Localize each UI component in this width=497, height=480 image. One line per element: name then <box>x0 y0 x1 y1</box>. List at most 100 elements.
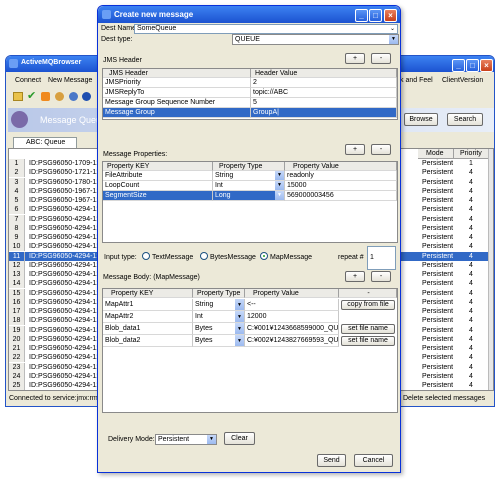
property-type-select[interactable]: Long ▼ <box>213 191 285 201</box>
radio-text-message[interactable] <box>142 252 150 260</box>
body-value[interactable]: C:¥002¥1243827669593_QU... <box>245 335 339 347</box>
jms-add-button[interactable]: + <box>345 53 365 64</box>
props-remove-button[interactable]: - <box>371 144 391 155</box>
jms-remove-button[interactable]: - <box>371 53 391 64</box>
body-add-button[interactable]: + <box>345 271 365 282</box>
maximize-button[interactable]: □ <box>466 59 479 72</box>
property-row[interactable]: FileAttribute String ▼ readonly <box>103 171 397 181</box>
rss-icon[interactable] <box>41 92 50 101</box>
chevron-down-icon[interactable]: ▼ <box>235 299 244 310</box>
body-type-select[interactable]: Int ▼ <box>193 311 245 323</box>
clear-button[interactable]: Clear <box>224 432 255 445</box>
dialog-close-button[interactable]: × <box>384 9 397 22</box>
body-remove-button[interactable]: - <box>371 271 391 282</box>
body-col-type[interactable]: Property Type <box>193 289 245 298</box>
body-key[interactable]: MapAttr1 <box>103 299 193 311</box>
property-type-select[interactable]: String ▼ <box>213 171 285 181</box>
send-button[interactable]: Send <box>317 454 346 467</box>
body-type-select[interactable]: Bytes ▼ <box>193 323 245 335</box>
folder-icon[interactable] <box>13 92 23 101</box>
message-id: ID:PSG96050-4294-12 <box>29 234 101 241</box>
body-col-value[interactable]: Property Value <box>245 289 339 298</box>
radio-map-label[interactable]: MapMessage <box>270 254 312 261</box>
priority-header[interactable]: Priority <box>454 149 488 159</box>
body-action-button[interactable]: copy from file <box>341 300 395 310</box>
body-row[interactable]: Blob_data1 Bytes ▼ C:¥001¥1243668599000_QU.… <box>103 323 397 335</box>
chevron-down-icon[interactable]: ▼ <box>235 335 244 346</box>
delivery-mode-select[interactable]: Persistent ▼ <box>155 434 217 445</box>
vertical-scrollbar[interactable] <box>488 149 493 390</box>
jms-header-value[interactable]: 5 <box>251 98 397 108</box>
radio-bytes-message[interactable] <box>200 252 208 260</box>
body-value[interactable]: C:¥001¥1243668599000_QU... <box>245 323 339 335</box>
dest-name-dropdown-icon[interactable]: ⌄ <box>390 25 395 32</box>
body-key[interactable]: Blob_data1 <box>103 323 193 335</box>
body-col-key[interactable]: Property KEY <box>103 289 193 298</box>
chevron-down-icon[interactable]: ▼ <box>235 311 244 322</box>
jms-header-row[interactable]: JMSReplyTo topic://ABC <box>103 88 397 98</box>
props-col-value[interactable]: Property Value <box>285 162 397 171</box>
property-value[interactable]: 569000003456 <box>285 191 397 201</box>
chevron-down-icon[interactable]: ▼ <box>389 35 398 44</box>
menu-client-version[interactable]: ClientVersion <box>442 77 483 84</box>
body-row[interactable]: MapAttr1 String ▼ <-- copy from file <box>103 299 397 311</box>
chevron-down-icon[interactable]: ▼ <box>207 435 216 444</box>
minimize-button[interactable]: _ <box>452 59 465 72</box>
dialog-minimize-button[interactable]: _ <box>355 9 368 22</box>
menu-connect[interactable]: Connect <box>15 77 41 84</box>
jms-header-row[interactable]: Message Group GroupA| <box>103 108 397 118</box>
check-icon[interactable]: ✔ <box>27 89 36 102</box>
chevron-down-icon[interactable]: ▼ <box>235 323 244 334</box>
chevron-down-icon[interactable]: ▼ <box>275 171 284 180</box>
radio-bytes-label[interactable]: BytesMessage <box>210 254 256 261</box>
repeat-input[interactable]: 1 <box>367 246 396 270</box>
property-key[interactable]: LoopCount <box>103 181 213 191</box>
body-value[interactable]: 12000 <box>245 311 339 323</box>
props-col-key[interactable]: Property KEY <box>103 162 213 171</box>
help-icon[interactable] <box>82 92 91 101</box>
search-button[interactable]: Search <box>447 113 483 126</box>
radio-map-message[interactable] <box>260 252 268 260</box>
body-key[interactable]: MapAttr2 <box>103 311 193 323</box>
dest-name-field[interactable]: SomeQueue ⌄ <box>134 24 398 34</box>
dest-type-select[interactable]: QUEUE ▼ <box>232 34 399 45</box>
body-row[interactable]: MapAttr2 Int ▼ 12000 <box>103 311 397 323</box>
cancel-button[interactable]: Cancel <box>354 454 393 467</box>
property-value[interactable]: readonly <box>285 171 397 181</box>
props-add-button[interactable]: + <box>345 144 365 155</box>
jms-header-value[interactable]: topic://ABC <box>251 88 397 98</box>
property-type-select[interactable]: Int ▼ <box>213 181 285 191</box>
mode-header[interactable]: Mode <box>418 149 454 159</box>
body-row[interactable]: Blob_data2 Bytes ▼ C:¥002¥1243827669593_QU.… <box>103 335 397 347</box>
settings-icon[interactable] <box>55 92 64 101</box>
body-value[interactable]: <-- <box>245 299 339 311</box>
dialog-maximize-button[interactable]: □ <box>369 9 382 22</box>
property-key[interactable]: SegmentSize <box>103 191 213 201</box>
body-type-select[interactable]: String ▼ <box>193 299 245 311</box>
menu-new-message[interactable]: New Message <box>48 77 92 84</box>
property-row[interactable]: SegmentSize Long ▼ 569000003456 <box>103 191 397 201</box>
body-action-button[interactable]: set file name <box>341 324 395 334</box>
jms-header-row[interactable]: Message Group Sequence Number 5 <box>103 98 397 108</box>
body-key[interactable]: Blob_data2 <box>103 335 193 347</box>
props-col-type[interactable]: Property Type <box>213 162 285 171</box>
chevron-down-icon[interactable]: ▼ <box>275 191 284 200</box>
browse-button[interactable]: Browse <box>404 113 438 126</box>
menu-look-and-feel[interactable]: k and Feel <box>400 77 433 84</box>
jms-header-value[interactable]: 2 <box>251 78 397 88</box>
jms-col-value[interactable]: Header Value <box>251 69 397 78</box>
status-delete-selected[interactable]: Delete selected messages <box>403 395 485 402</box>
property-key[interactable]: FileAttribute <box>103 171 213 181</box>
tab-abc-queue[interactable]: ABC: Queue <box>13 137 77 148</box>
chevron-down-icon[interactable]: ▼ <box>275 181 284 190</box>
body-type-select[interactable]: Bytes ▼ <box>193 335 245 347</box>
radio-text-label[interactable]: TextMessage <box>152 254 193 261</box>
jms-col-header[interactable]: JMS Header <box>103 69 251 78</box>
body-action-button[interactable]: set file name <box>341 336 395 346</box>
jms-header-row[interactable]: JMSPriority 2 <box>103 78 397 88</box>
close-button[interactable]: × <box>480 59 493 72</box>
property-row[interactable]: LoopCount Int ▼ 15000 <box>103 181 397 191</box>
globe-icon[interactable] <box>69 92 78 101</box>
jms-header-value[interactable]: GroupA| <box>251 108 397 118</box>
property-value[interactable]: 15000 <box>285 181 397 191</box>
